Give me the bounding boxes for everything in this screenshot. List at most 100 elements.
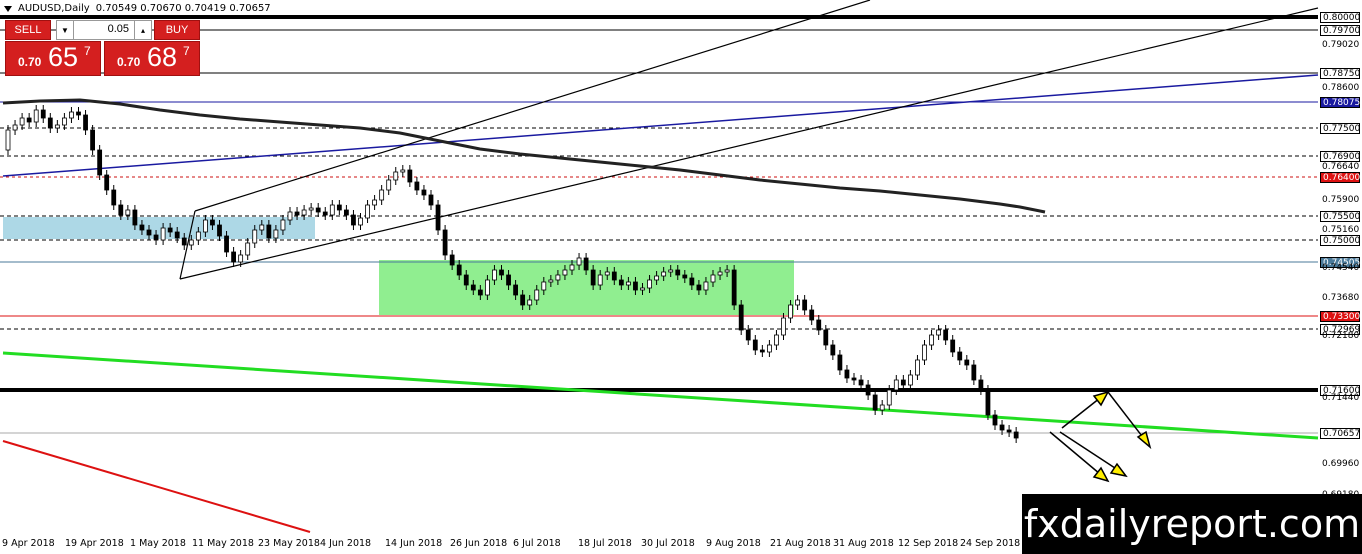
bull-candle [372, 199, 378, 206]
bear-candle [343, 209, 349, 216]
bull-candle [562, 269, 568, 276]
price-chart[interactable] [0, 0, 1362, 554]
bear-candle [830, 344, 836, 356]
bull-candle [33, 109, 39, 123]
buy-price-big: 68 [147, 42, 178, 72]
bull-candle [534, 289, 540, 301]
sell-quote[interactable]: 0.70 65 7 [5, 41, 101, 76]
bear-candle [943, 329, 949, 341]
price-scale-label: 0.75900 [1322, 195, 1360, 205]
bull-candle [238, 254, 244, 263]
bull-candle [922, 344, 927, 361]
lot-size-field[interactable]: ▼ 0.05 ▴ [56, 20, 152, 40]
date-label: 21 Aug 2018 [770, 538, 831, 549]
sell-button[interactable]: SELL [5, 20, 51, 40]
price-level-tag: 0.76400 [1320, 172, 1360, 183]
bear-candle [111, 189, 117, 206]
buy-price-pip: 7 [183, 44, 190, 58]
bull-candle [626, 281, 631, 286]
buy-price-prefix: 0.70 [117, 55, 141, 69]
bull-candle [668, 269, 674, 273]
bear-candle [506, 274, 511, 286]
date-label: 19 Apr 2018 [65, 538, 124, 549]
bull-candle [301, 209, 307, 216]
bull-candle [358, 217, 363, 226]
sell-price-pip: 7 [84, 44, 91, 58]
bear-candle [351, 214, 356, 226]
bear-candle [590, 269, 596, 286]
spinner-icon[interactable]: ▴ [134, 21, 151, 39]
bull-candle [379, 189, 385, 201]
one-click-trading-panel: SELL ▼ 0.05 ▴ BUY 0.70 65 7 0.70 68 7 [5, 20, 200, 76]
bull-candle [703, 281, 709, 291]
bear-candle [858, 379, 864, 386]
bear-candle [520, 294, 526, 306]
bull-candle [386, 179, 392, 191]
bull-candle [308, 207, 314, 211]
date-label: 23 May 2018 [258, 538, 320, 549]
buy-quote[interactable]: 0.70 68 7 [104, 41, 200, 76]
ohlc-values: 0.70549 0.70670 0.70419 0.70657 [95, 3, 271, 14]
price-scale-label: 0.75160 [1322, 225, 1360, 235]
bear-candle [964, 359, 970, 366]
bear-candle [992, 414, 998, 426]
bull-candle [252, 229, 258, 244]
bear-candle [759, 349, 765, 353]
bear-candle [689, 277, 695, 286]
bear-candle [167, 227, 173, 233]
bull-candle [788, 304, 793, 319]
bear-candle [633, 281, 638, 291]
bear-candle [865, 384, 871, 396]
date-label: 26 Jun 2018 [450, 538, 508, 549]
bull-candle [915, 359, 920, 376]
price-scale-label: 0.71440 [1322, 393, 1360, 403]
bear-candle [872, 394, 878, 411]
bull-candle [781, 317, 786, 336]
bull-candle [365, 204, 370, 219]
bull-candle [287, 211, 293, 221]
bear-candle [682, 274, 688, 279]
bull-candle [273, 229, 279, 239]
date-label: 31 Aug 2018 [833, 538, 894, 549]
bull-candle [569, 264, 575, 271]
bear-candle [40, 109, 46, 119]
bull-candle [188, 239, 194, 246]
date-label: 12 Sep 2018 [898, 538, 959, 549]
bull-candle [640, 287, 645, 291]
bear-candle [971, 364, 977, 381]
bear-candle [442, 229, 448, 256]
price-scale-label: 0.74540 [1322, 263, 1360, 273]
bull-candle [710, 274, 716, 283]
date-label: 30 Jul 2018 [641, 538, 695, 549]
bull-candle [69, 111, 74, 119]
bear-candle [999, 424, 1005, 431]
bear-candle [428, 194, 434, 206]
buy-button[interactable]: BUY [154, 20, 200, 40]
bull-candle [795, 299, 800, 306]
bear-candle [499, 269, 504, 276]
bear-candle [174, 231, 180, 239]
collapse-icon[interactable] [4, 5, 12, 12]
date-label: 4 Jun 2018 [320, 538, 372, 549]
bear-candle [118, 204, 124, 216]
bear-candle [315, 207, 321, 213]
bear-candle [985, 389, 991, 416]
date-label: 18 Jul 2018 [578, 538, 632, 549]
sell-price-big: 65 [48, 42, 79, 72]
bear-candle [181, 237, 187, 246]
price-level-tag: 0.73300 [1320, 311, 1360, 322]
date-label: 9 Apr 2018 [2, 538, 55, 549]
price-level-tag: 0.78750 [1320, 68, 1360, 79]
bear-candle [1006, 429, 1012, 433]
bear-candle [844, 369, 850, 379]
price-scale-label: 0.73680 [1322, 293, 1360, 303]
bear-candle [421, 189, 427, 196]
bull-candle [259, 224, 265, 231]
dropdown-icon[interactable]: ▼ [57, 21, 74, 39]
bull-candle [400, 169, 406, 173]
bull-candle [202, 219, 208, 233]
price-level-tag: 0.70657 [1320, 428, 1360, 439]
bear-candle [449, 254, 455, 266]
bear-candle [809, 309, 815, 321]
lot-size-value[interactable]: 0.05 [108, 23, 129, 35]
